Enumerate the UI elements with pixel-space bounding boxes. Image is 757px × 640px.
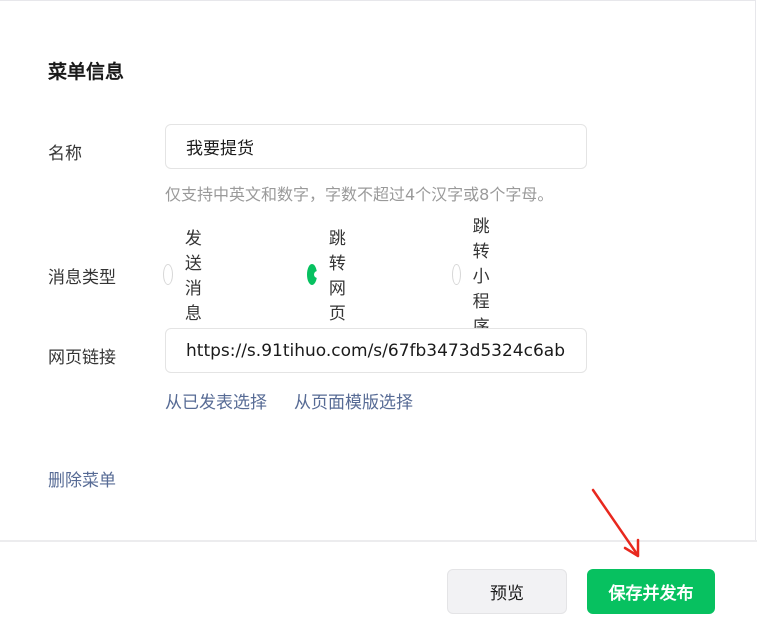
- footer-divider: [0, 540, 757, 542]
- save-and-publish-button[interactable]: 保存并发布: [587, 569, 715, 614]
- delete-menu-link[interactable]: 删除菜单: [48, 466, 116, 491]
- menu-name-input[interactable]: [165, 124, 587, 169]
- section-title: 菜单信息: [48, 61, 125, 83]
- select-from-published-link[interactable]: 从已发表选择: [165, 388, 267, 413]
- preview-button[interactable]: 预览: [447, 569, 567, 614]
- webpage-link-label: 网页链接: [48, 348, 116, 368]
- radio-send-message-indicator[interactable]: [163, 263, 173, 285]
- name-hint: 仅支持中英文和数字，字数不超过4个汉字或8个字母。: [165, 185, 554, 204]
- select-from-template-link[interactable]: 从页面模版选择: [294, 388, 413, 413]
- webpage-link-input[interactable]: [165, 328, 587, 373]
- name-label: 名称: [48, 144, 82, 164]
- radio-jump-miniprogram[interactable]: 跳转小程序: [452, 217, 502, 337]
- radio-jump-webpage[interactable]: 跳转网页: [307, 229, 357, 324]
- menu-info-panel: 菜单信息 名称 仅支持中英文和数字，字数不超过4个汉字或8个字母。 消息类型 发…: [0, 0, 756, 542]
- radio-send-message-label: 发送消息: [184, 229, 202, 324]
- radio-jump-webpage-label: 跳转网页: [328, 229, 346, 324]
- message-type-label: 消息类型: [48, 268, 116, 288]
- radio-send-message[interactable]: 发送消息: [163, 229, 213, 324]
- radio-jump-webpage-indicator[interactable]: [307, 263, 321, 285]
- radio-jump-miniprogram-label: 跳转小程序: [472, 216, 490, 337]
- radio-jump-miniprogram-indicator[interactable]: [452, 263, 461, 285]
